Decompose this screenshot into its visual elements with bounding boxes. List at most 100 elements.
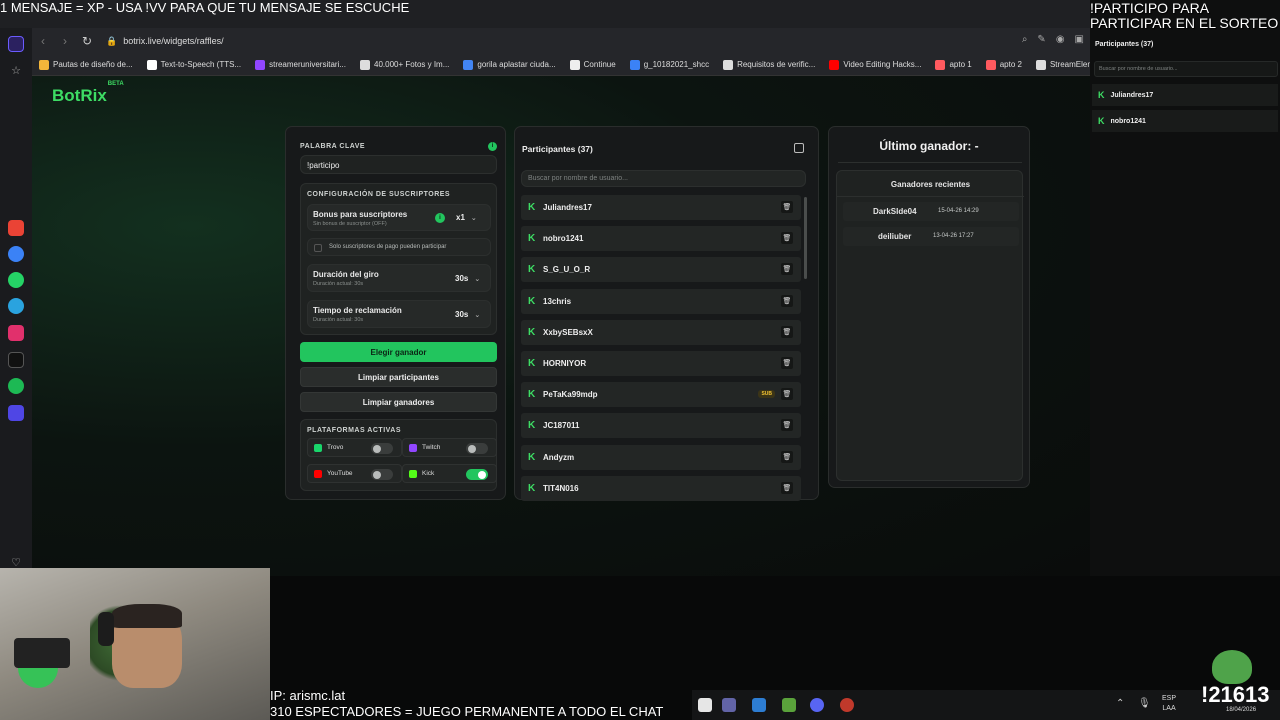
camera-icon[interactable]: ◉	[1056, 34, 1065, 45]
delete-icon[interactable]: 🗑	[781, 419, 793, 432]
winner-name: DarkSIde04	[873, 207, 917, 216]
bookmark-item[interactable]: Text-to-Speech (TTS...	[140, 59, 248, 70]
file-icon[interactable]	[698, 698, 712, 712]
overlay-counter: !21613	[1201, 682, 1270, 707]
bookmark-favicon-icon	[1035, 59, 1046, 70]
list-scrollbar[interactable]	[804, 197, 807, 279]
telegram-icon[interactable]	[8, 298, 24, 314]
edit-icon[interactable]: ✎	[1037, 34, 1045, 45]
delete-icon[interactable]: 🗑	[781, 201, 793, 213]
platform-toggle[interactable]	[371, 469, 393, 480]
bookmark-item[interactable]: Pautas de diseño de...	[32, 59, 140, 70]
bookmark-item[interactable]: 40.000+ Fotos y Im...	[353, 59, 456, 70]
last-winner-title: Último ganador: -	[879, 139, 979, 153]
package-icon[interactable]: ▣	[1075, 34, 1084, 45]
platform-toggle[interactable]	[371, 443, 393, 454]
zoom-icon[interactable]: ⌕	[1022, 34, 1028, 45]
address-bar[interactable]: botrix.live/widgets/raffles/	[123, 36, 223, 46]
minecraft-icon[interactable]	[782, 698, 796, 712]
microphone	[14, 638, 70, 668]
platform-toggle[interactable]	[466, 469, 488, 480]
bookmark-item[interactable]: StreamElements - st...	[1029, 59, 1090, 70]
bookmark-item[interactable]: streameruniversitari...	[248, 59, 353, 70]
bookmark-label: streameruniversitari...	[269, 60, 347, 69]
kick-icon: K	[528, 420, 536, 432]
platform-label: Kick	[422, 470, 435, 477]
participants-title: Participantes (37)	[522, 144, 593, 154]
delete-icon[interactable]: 🗑	[781, 450, 793, 463]
bookmark-item[interactable]: gorila aplastar ciuda...	[456, 59, 562, 70]
delete-icon[interactable]: 🗑	[781, 357, 793, 369]
participant-row: Knobro1241 🗑	[521, 226, 801, 252]
bookmark-item[interactable]: Continue	[563, 59, 623, 70]
star-icon[interactable]: ☆	[8, 64, 24, 80]
game-icon[interactable]	[840, 698, 854, 712]
delete-icon[interactable]: 🗑	[781, 232, 793, 245]
toggle-knob	[468, 444, 476, 453]
platform-toggle[interactable]	[466, 443, 488, 454]
spotify-icon[interactable]	[8, 378, 24, 394]
platform-label: Twitch	[422, 444, 441, 451]
overlay-top-right-line2: PARTICIPAR EN EL SORTEO	[1090, 15, 1279, 31]
delete-icon[interactable]: 🗑	[781, 481, 793, 494]
participant-name: 13chris	[543, 296, 572, 306]
overlay-bottom-line2: 310 ESPECTADORES = JUEGO PERMANENTE A TO…	[270, 704, 664, 719]
choose-winner-button[interactable]: Elegir ganador	[300, 342, 497, 362]
reload-icon[interactable]: ↻	[76, 34, 98, 48]
subs-config-card: CONFIGURACIÓN DE SUSCRIPTORES Bonus para…	[300, 183, 497, 335]
keyword-input[interactable]: !participo	[300, 155, 497, 174]
clear-participants-button[interactable]: Limpiar participantes	[300, 367, 497, 387]
bookmark-label: Requisitos de verific...	[737, 60, 816, 69]
spin-duration-select[interactable]: 30s ⌄	[455, 274, 480, 283]
bookmark-favicon-icon	[829, 59, 840, 70]
copy-icon[interactable]	[794, 143, 804, 153]
bookmark-item[interactable]: apto 1	[928, 59, 978, 70]
claim-time-setting: Tiempo de reclamación Duración actual: 3…	[307, 300, 491, 328]
winner-date: 13-04-26 17:27	[933, 233, 974, 239]
delete-icon[interactable]: 🗑	[781, 388, 793, 401]
player-icon[interactable]	[8, 405, 24, 421]
clear-winners-button[interactable]: Limpiar ganadores	[300, 392, 497, 412]
discord-icon[interactable]	[810, 698, 824, 712]
gmail-icon[interactable]	[8, 220, 24, 236]
back-icon[interactable]: ‹	[32, 34, 54, 48]
bookmark-item[interactable]: Requisitos de verific...	[716, 59, 822, 70]
bonus-select[interactable]: x1 ⌄	[456, 213, 477, 222]
bookmark-label: Pautas de diseño de...	[53, 60, 133, 69]
divider	[837, 196, 1024, 197]
raffle-page: BotRixBETA PALABRA CLAVE i !participo CO…	[32, 76, 1090, 576]
language-indicator[interactable]: ESP LAA	[1162, 694, 1176, 714]
mini-search-input[interactable]: Buscar por nombre de usuario...	[1094, 61, 1278, 77]
platform-label: Trovo	[327, 444, 344, 451]
bookmark-item[interactable]: apto 2	[979, 59, 1029, 70]
x-icon[interactable]	[8, 352, 24, 368]
bookmark-item[interactable]: Video Editing Hacks...	[822, 59, 928, 70]
participant-name: HORNIYOR	[543, 359, 587, 368]
delete-icon[interactable]: 🗑	[781, 263, 793, 276]
forward-icon[interactable]: ›	[54, 34, 76, 48]
delete-icon[interactable]: 🗑	[781, 325, 793, 338]
store-icon[interactable]	[752, 698, 766, 712]
paid-only-checkbox-row[interactable]: Solo suscriptores de pago pueden partici…	[307, 238, 491, 256]
participant-search-input[interactable]: Buscar por nombre de usuario...	[521, 170, 806, 187]
bookmark-item[interactable]: g_10182021_shcc	[623, 59, 716, 70]
winner-name: deiliuber	[878, 232, 912, 241]
instagram-icon[interactable]	[8, 325, 24, 341]
config-panel: PALABRA CLAVE i !participo CONFIGURACIÓN…	[285, 126, 506, 500]
claim-time-select[interactable]: 30s ⌄	[455, 310, 480, 319]
tray-chevron-icon[interactable]: ⌃	[1116, 698, 1124, 709]
home-icon[interactable]	[8, 36, 24, 52]
participant-name: S_G_U_O_R	[543, 265, 591, 275]
paid-only-checkbox[interactable]	[314, 244, 322, 252]
kick-icon: K	[1098, 90, 1105, 100]
overlay-bottom-line1: IP: arismc.lat	[270, 688, 346, 703]
mic-icon[interactable]: 🎙	[1138, 698, 1151, 709]
delete-icon[interactable]: 🗑	[781, 294, 793, 307]
bookmark-label: gorila aplastar ciuda...	[477, 60, 556, 69]
info-icon[interactable]: i	[435, 213, 445, 223]
twitch-icon	[409, 443, 417, 452]
whatsapp-icon[interactable]	[8, 272, 24, 288]
info-icon[interactable]: i	[488, 142, 497, 151]
teams-icon[interactable]	[722, 698, 736, 712]
messenger-icon[interactable]	[8, 246, 24, 262]
